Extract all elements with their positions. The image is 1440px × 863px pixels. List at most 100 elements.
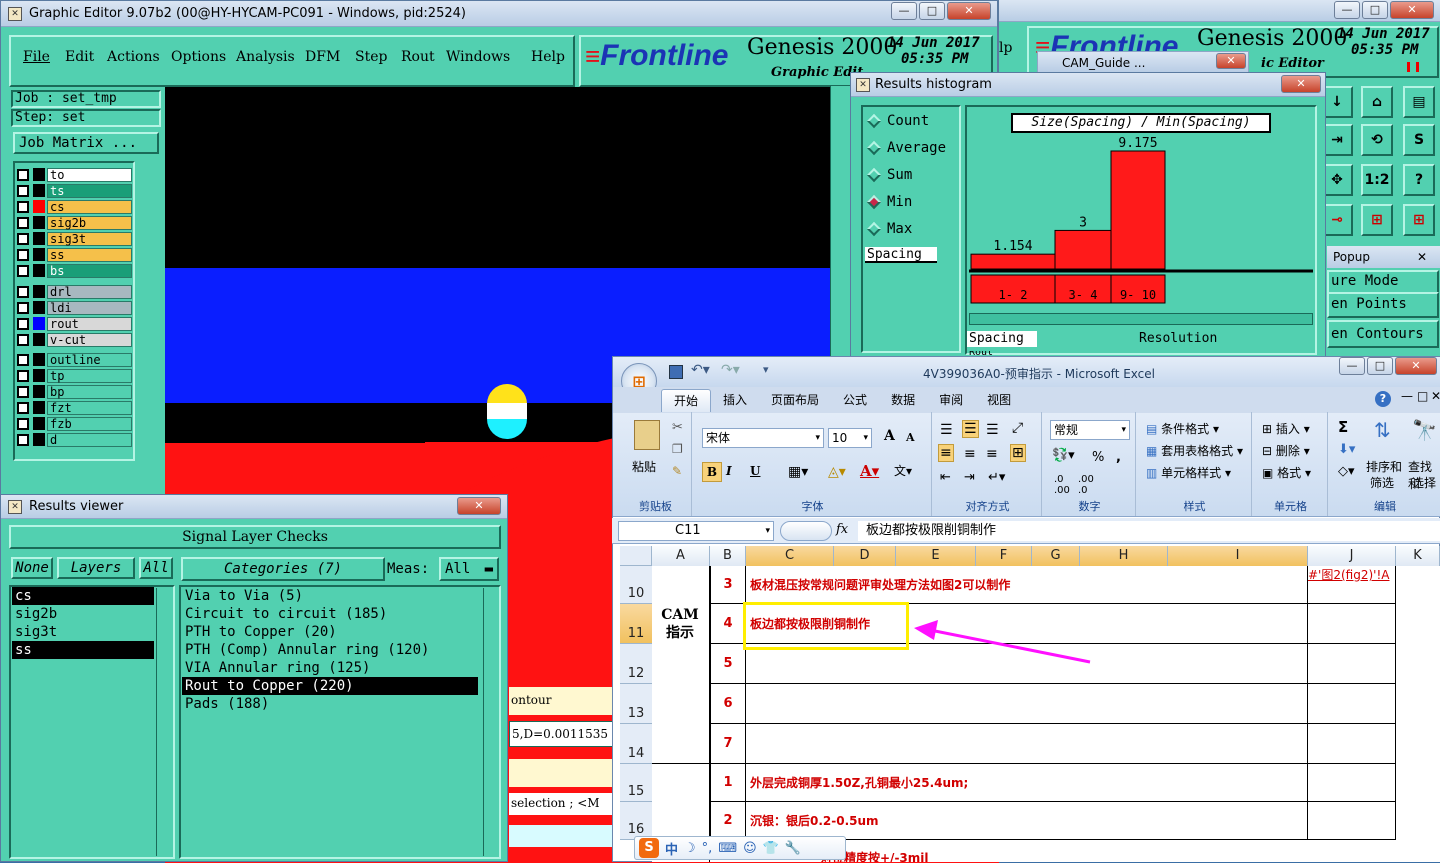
bold-button[interactable]: B [702, 462, 722, 482]
cell-j[interactable] [1308, 644, 1396, 684]
wrap-text-icon[interactable]: ↵▾ [988, 470, 1005, 485]
layer-checkbox[interactable] [17, 401, 29, 414]
g2-tool-home[interactable]: ⌂ [1361, 86, 1393, 118]
results-viewer-titlebar[interactable]: ✕ Results viewer ✕ [1, 495, 507, 519]
align-left-icon[interactable]: ≡ [938, 444, 954, 462]
row-header[interactable]: 10 [620, 566, 652, 604]
align-top-icon[interactable]: ☰ [940, 422, 953, 438]
column-header[interactable]: J [1308, 546, 1396, 566]
cell-b-index[interactable]: 3 [710, 566, 746, 604]
result-layer-item[interactable]: sig2b [12, 605, 154, 623]
align-bottom-icon[interactable]: ☰ [986, 422, 999, 438]
popup-item-2[interactable]: en Contours [1327, 320, 1439, 348]
meas-select[interactable]: All ▬ [439, 557, 499, 581]
result-category-item[interactable]: Via to Via (5) [182, 587, 478, 605]
excel-titlebar[interactable]: ⊞ ↶▾ ↷▾ ▾ 4V399036A0-预审指示 - Microsoft Ex… [613, 357, 1440, 399]
g2-minimize-button[interactable]: — [1334, 1, 1360, 19]
layer-row-sig3t[interactable]: sig3t [17, 231, 132, 246]
align-center-icon[interactable]: ≡ [964, 446, 976, 462]
layer-row-drl[interactable]: drl [17, 284, 132, 299]
shrink-font-icon[interactable]: A [906, 431, 915, 444]
g2-tool-ratio[interactable]: ⟲ [1361, 124, 1393, 156]
results-viewer-close-button[interactable]: ✕ [457, 497, 501, 515]
qat-redo-icon[interactable]: ↷▾ [721, 362, 740, 378]
decrease-decimal-icon[interactable]: .00.0 [1078, 474, 1094, 496]
layer-checkbox[interactable] [17, 417, 29, 430]
select-label[interactable]: 选择 [1412, 474, 1436, 491]
layer-row-tp[interactable]: tp [17, 368, 132, 383]
popup-item-1[interactable]: en Points [1327, 292, 1439, 318]
column-header[interactable]: D [834, 546, 896, 566]
copy-icon[interactable]: ❐ [672, 442, 683, 456]
row-header[interactable]: 12 [620, 644, 652, 684]
graphic-editor-titlebar[interactable]: ✕ Graphic Editor 9.07b2 (00@HY-HYCAM-PC0… [1, 1, 997, 27]
cell-c-text[interactable]: 沉银：银后0.2-0.5um [746, 802, 1308, 840]
cell-b-index[interactable]: 6 [710, 684, 746, 724]
ribbon-min-icon[interactable]: — [1401, 389, 1413, 403]
result-layer-item[interactable]: ss [12, 641, 154, 659]
menu-step[interactable]: Step [355, 49, 401, 65]
ribbon-tab[interactable]: 页面布局 [759, 389, 831, 412]
layer-row-d[interactable]: d [17, 432, 132, 447]
number-format-select[interactable]: 常规 ▾ [1050, 420, 1130, 440]
increase-decimal-icon[interactable]: .0.00 [1054, 474, 1070, 496]
format-painter-icon[interactable]: ✎ [672, 464, 682, 478]
minimize-button[interactable]: — [891, 2, 917, 20]
phonetic-icon[interactable]: 文▾ [894, 462, 912, 479]
ribbon-help-icon[interactable]: ? [1375, 391, 1391, 407]
ribbon-tab[interactable]: 公式 [831, 389, 879, 412]
all-layers-button[interactable]: All [139, 557, 173, 579]
menu-options[interactable]: Options [171, 49, 236, 65]
layer-checkbox[interactable] [17, 168, 29, 181]
layer-checkbox[interactable] [17, 285, 29, 298]
histogram-option-average[interactable]: Average [866, 140, 946, 156]
histogram-close-button[interactable]: ✕ [1281, 75, 1321, 93]
ime-toolbar[interactable]: S 中 ☽ °, ⌨ ☺ 👕 🔧 [634, 836, 846, 860]
decrease-indent-icon[interactable]: ⇤ [940, 470, 951, 485]
cell-j[interactable] [1308, 764, 1396, 802]
conditional-format-button[interactable]: ▤ 条件格式 ▾ [1146, 420, 1219, 437]
formula-input[interactable]: 板边都按极限削铜制作 [858, 521, 1440, 541]
font-size-select[interactable]: 10 ▾ [828, 428, 872, 448]
currency-icon[interactable]: 💱▾ [1052, 448, 1075, 463]
cell-b-index[interactable]: 5 [710, 644, 746, 684]
paste-button[interactable]: 粘贴 [632, 458, 656, 475]
row-header[interactable]: 15 [620, 764, 652, 802]
maximize-button[interactable]: □ [919, 2, 945, 20]
layer-row-bs[interactable]: bs [17, 263, 132, 278]
row-header[interactable]: 11 [620, 604, 652, 644]
layer-checkbox[interactable] [17, 353, 29, 366]
fill-icon[interactable]: ⬇▾ [1338, 442, 1355, 457]
menu-help[interactable]: Help [531, 49, 571, 65]
none-button[interactable]: None [11, 557, 53, 579]
layer-row-cs[interactable]: cs [17, 199, 132, 214]
cell-j[interactable] [1308, 802, 1396, 840]
layer-row-v-cut[interactable]: v-cut [17, 332, 132, 347]
layer-row-fzt[interactable]: fzt [17, 400, 132, 415]
filter-label[interactable]: 筛选 [1370, 474, 1394, 491]
cell-style-button[interactable]: ▥ 单元格样式 ▾ [1146, 464, 1231, 481]
clear-icon[interactable]: ◇▾ [1338, 464, 1355, 479]
layer-list-scrollbar[interactable] [156, 588, 170, 856]
column-header[interactable]: F [976, 546, 1032, 566]
result-layer-item[interactable]: sig3t [12, 623, 154, 641]
menu-edit[interactable]: Edit [65, 49, 107, 65]
font-name-select[interactable]: 宋体 ▾ [702, 428, 824, 448]
sort-filter-icon[interactable]: ⇅ [1374, 418, 1391, 442]
cut-icon[interactable]: ✂ [672, 420, 683, 435]
g2-tool-scale[interactable]: 1:2 [1361, 164, 1393, 196]
layer-row-ts[interactable]: ts [17, 183, 132, 198]
g2-maximize-button[interactable]: □ [1362, 1, 1388, 19]
cell-j-link[interactable]: #'图2(fig2)'!A [1308, 568, 1389, 582]
column-header[interactable]: G [1032, 546, 1080, 566]
cell-c-text[interactable] [746, 684, 1308, 724]
row-header[interactable]: 16 [620, 802, 652, 840]
cell-c-text[interactable]: 外层完成铜厚1.50Z,孔铜最小25.4um; [746, 764, 1308, 802]
merge-center-icon[interactable]: ⊞ [1010, 444, 1026, 462]
find-select-icon[interactable]: 🔭 [1412, 418, 1437, 442]
result-layer-item[interactable]: cs [12, 587, 154, 605]
menu-rout[interactable]: Rout [401, 49, 446, 65]
histogram-option-min[interactable]: Min [866, 194, 912, 210]
cell-c-text[interactable]: 板材混压按常规问题评审处理方法如图2可以制作 [746, 566, 1308, 604]
layer-checkbox[interactable] [17, 264, 29, 277]
